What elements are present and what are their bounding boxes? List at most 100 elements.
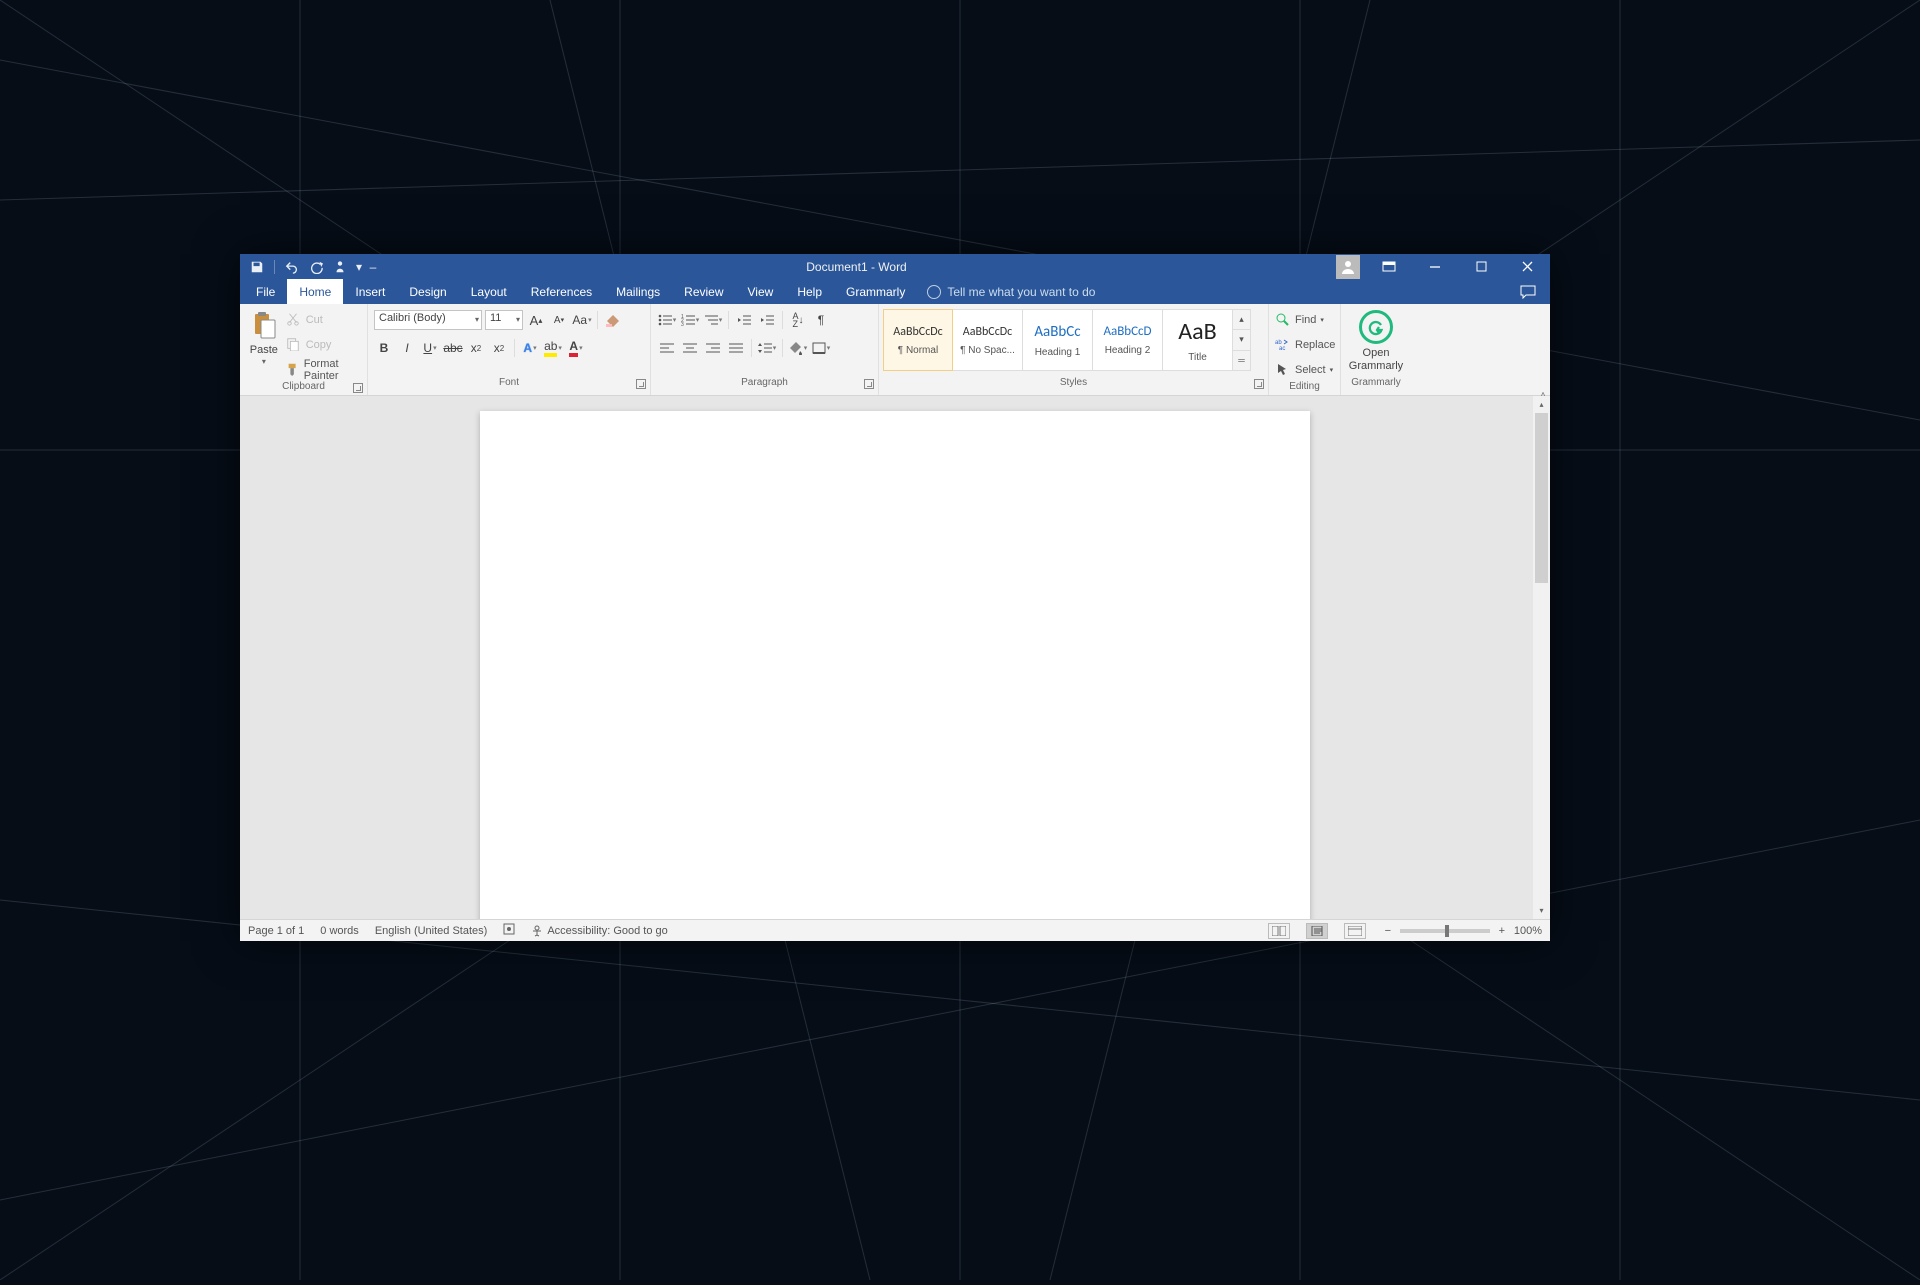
group-clipboard: Paste ▾ Cut Copy Format Painter Clipboar… — [240, 304, 368, 395]
subscript-button[interactable]: x2 — [466, 338, 486, 358]
bullets-button[interactable]: ▾ — [657, 310, 677, 330]
status-macro-icon[interactable] — [503, 923, 515, 938]
justify-button[interactable] — [726, 338, 746, 358]
cut-button[interactable]: Cut — [286, 309, 361, 331]
undo-icon[interactable] — [283, 258, 301, 276]
feedback-icon[interactable] — [1518, 282, 1538, 302]
font-launcher[interactable] — [636, 379, 646, 389]
replace-button[interactable]: abacReplace — [1275, 334, 1335, 356]
show-marks-button[interactable]: ¶ — [811, 310, 831, 330]
qat-customize-icon[interactable]: ‒ — [369, 258, 377, 276]
document-page[interactable] — [480, 411, 1310, 919]
highlight-button[interactable]: ab▾ — [543, 338, 563, 358]
numbering-button[interactable]: 123▾ — [680, 310, 700, 330]
select-icon — [1275, 362, 1291, 378]
tab-view[interactable]: View — [736, 279, 786, 304]
tab-review[interactable]: Review — [672, 279, 735, 304]
change-case-button[interactable]: Aa▾ — [572, 310, 592, 330]
paste-icon — [248, 310, 280, 342]
superscript-button[interactable]: x2 — [489, 338, 509, 358]
font-name-select[interactable]: Calibri (Body)▾ — [374, 310, 482, 330]
qat-more-icon[interactable]: ▾ — [355, 258, 363, 276]
strike-button[interactable]: abc — [443, 338, 463, 358]
bold-button[interactable]: B — [374, 338, 394, 358]
zoom-out-button[interactable]: − — [1382, 925, 1394, 937]
open-grammarly-button[interactable]: Open Grammarly — [1347, 308, 1405, 373]
redo-icon[interactable] — [307, 258, 325, 276]
inc-indent-button[interactable] — [757, 310, 777, 330]
replace-icon: abac — [1275, 337, 1291, 353]
grammarly-icon — [1359, 310, 1393, 344]
zoom-in-button[interactable]: + — [1496, 925, 1508, 937]
borders-button[interactable]: ▾ — [811, 338, 831, 358]
style-heading-2[interactable]: AaBbCcDHeading 2 — [1093, 309, 1163, 371]
select-button[interactable]: Select ▾ — [1275, 359, 1335, 381]
paragraph-launcher[interactable] — [864, 379, 874, 389]
underline-button[interactable]: U▾ — [420, 338, 440, 358]
style-gallery-more[interactable]: ▴▾＝ — [1233, 309, 1251, 371]
tab-design[interactable]: Design — [397, 279, 458, 304]
scroll-thumb[interactable] — [1535, 413, 1548, 583]
copy-button[interactable]: Copy — [286, 334, 361, 356]
shrink-font-button[interactable]: A▾ — [549, 310, 569, 330]
align-left-button[interactable] — [657, 338, 677, 358]
ribbon-display-icon[interactable] — [1366, 254, 1412, 279]
touch-mode-icon[interactable] — [331, 258, 349, 276]
tab-layout[interactable]: Layout — [459, 279, 519, 304]
style-gallery: AaBbCcDc¶ Normal AaBbCcDc¶ No Spac... Aa… — [883, 309, 1251, 371]
status-language[interactable]: English (United States) — [375, 925, 488, 937]
status-words[interactable]: 0 words — [320, 925, 359, 937]
style-no-spacing[interactable]: AaBbCcDc¶ No Spac... — [953, 309, 1023, 371]
dec-indent-button[interactable] — [734, 310, 754, 330]
tab-mailings[interactable]: Mailings — [604, 279, 672, 304]
sort-button[interactable]: AZ↓ — [788, 310, 808, 330]
view-print-button[interactable] — [1306, 923, 1328, 939]
scroll-up-button[interactable]: ▴ — [1533, 396, 1550, 413]
copy-icon — [286, 337, 302, 353]
text-effects-button[interactable]: A▾ — [520, 338, 540, 358]
style-heading-1[interactable]: AaBbCcHeading 1 — [1023, 309, 1093, 371]
style-normal[interactable]: AaBbCcDc¶ Normal — [883, 309, 953, 371]
format-painter-button[interactable]: Format Painter — [286, 359, 361, 381]
style-title[interactable]: AaBTitle — [1163, 309, 1233, 371]
title-bar: ▾ ‒ Document1 - Word — [240, 254, 1550, 279]
align-center-button[interactable] — [680, 338, 700, 358]
find-button[interactable]: Find ▾ — [1275, 309, 1335, 331]
zoom-slider[interactable] — [1400, 929, 1490, 933]
tab-insert[interactable]: Insert — [343, 279, 397, 304]
shading-button[interactable]: ▾ — [788, 338, 808, 358]
ribbon-tab-bar: File Home Insert Design Layout Reference… — [240, 279, 1550, 304]
zoom-control: − + 100% — [1382, 925, 1542, 937]
italic-button[interactable]: I — [397, 338, 417, 358]
save-icon[interactable] — [248, 258, 266, 276]
styles-launcher[interactable] — [1254, 379, 1264, 389]
view-web-button[interactable] — [1344, 923, 1366, 939]
paste-button[interactable]: Paste ▾ — [246, 308, 282, 367]
status-accessibility[interactable]: Accessibility: Good to go — [531, 925, 667, 937]
maximize-button[interactable] — [1458, 254, 1504, 279]
view-read-button[interactable] — [1268, 923, 1290, 939]
tab-references[interactable]: References — [519, 279, 604, 304]
clear-format-button[interactable] — [603, 310, 623, 330]
tab-file[interactable]: File — [244, 279, 287, 304]
vertical-scrollbar[interactable]: ▴ ▾ — [1533, 396, 1550, 919]
scroll-down-button[interactable]: ▾ — [1533, 902, 1550, 919]
account-icon[interactable] — [1336, 255, 1360, 279]
align-right-button[interactable] — [703, 338, 723, 358]
clipboard-launcher[interactable] — [353, 383, 363, 393]
group-styles: AaBbCcDc¶ Normal AaBbCcDc¶ No Spac... Aa… — [879, 304, 1269, 395]
grow-font-button[interactable]: A▴ — [526, 310, 546, 330]
minimize-button[interactable] — [1412, 254, 1458, 279]
line-spacing-button[interactable]: ▾ — [757, 338, 777, 358]
multilevel-button[interactable]: ▾ — [703, 310, 723, 330]
font-color-button[interactable]: A▾ — [566, 338, 586, 358]
tab-help[interactable]: Help — [785, 279, 834, 304]
word-window: ▾ ‒ Document1 - Word File Home Insert De… — [240, 254, 1550, 941]
close-button[interactable] — [1504, 254, 1550, 279]
zoom-value[interactable]: 100% — [1514, 925, 1542, 937]
tab-home[interactable]: Home — [287, 279, 343, 304]
tab-grammarly[interactable]: Grammarly — [834, 279, 917, 304]
tell-me-search[interactable]: Tell me what you want to do — [927, 285, 1095, 299]
status-page[interactable]: Page 1 of 1 — [248, 925, 304, 937]
font-size-select[interactable]: 11▾ — [485, 310, 523, 330]
